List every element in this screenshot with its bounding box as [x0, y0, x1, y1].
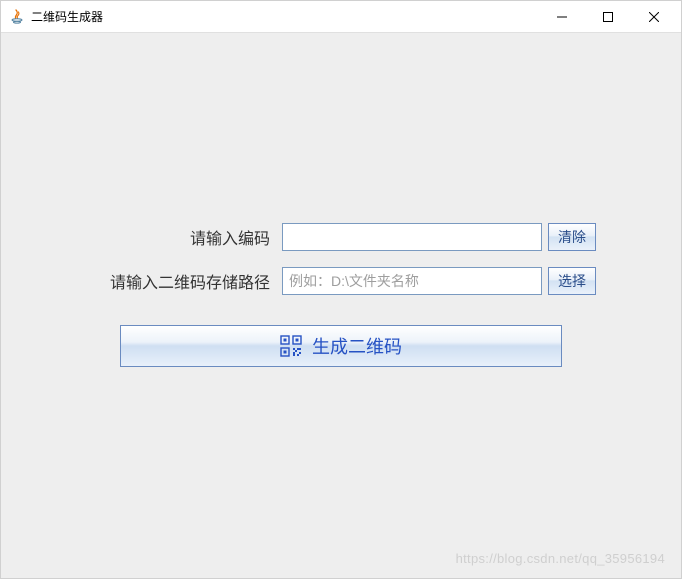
watermark: https://blog.csdn.net/qq_35956194: [456, 551, 665, 566]
browse-button[interactable]: 选择: [548, 267, 596, 295]
maximize-button[interactable]: [585, 2, 631, 32]
path-input[interactable]: [282, 267, 542, 295]
path-input-label: 请输入二维码存储路径: [86, 269, 276, 293]
minimize-button[interactable]: [539, 2, 585, 32]
qrcode-icon: [280, 335, 302, 357]
path-input-row: 请输入二维码存储路径 选择: [86, 267, 596, 295]
clear-button[interactable]: 清除: [548, 223, 596, 251]
code-input-row: 请输入编码 清除: [86, 223, 596, 251]
java-icon: [9, 9, 25, 25]
content-panel: 请输入编码 清除 请输入二维码存储路径 选择: [1, 33, 681, 578]
code-input-label: 请输入编码: [86, 225, 276, 249]
titlebar: 二维码生成器: [1, 1, 681, 33]
code-input[interactable]: [282, 223, 542, 251]
close-button[interactable]: [631, 2, 677, 32]
app-window: 二维码生成器 请输入编码 清除 请输入二维码存储路径 选择: [0, 0, 682, 579]
generate-button[interactable]: 生成二维码: [120, 325, 562, 367]
generate-button-label: 生成二维码: [312, 333, 402, 359]
window-title: 二维码生成器: [31, 8, 103, 25]
